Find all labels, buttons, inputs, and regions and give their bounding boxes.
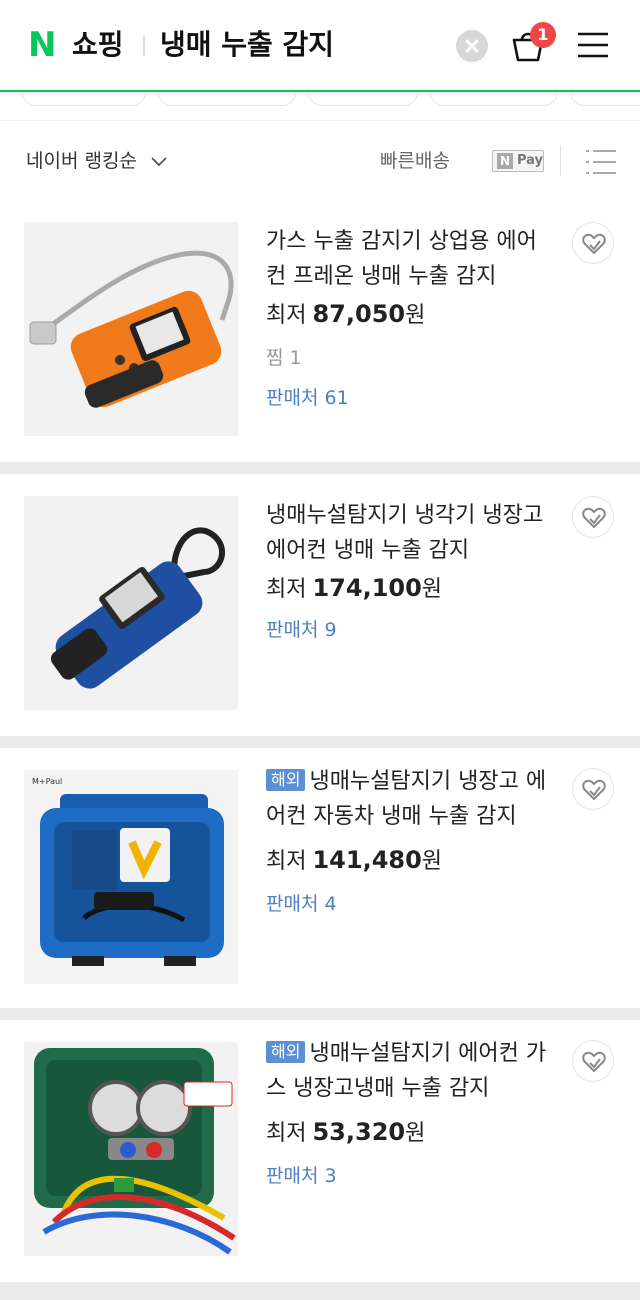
seller-count-link[interactable]: 판매처 4 xyxy=(266,890,337,918)
divider xyxy=(0,120,640,121)
image-brand-text: M+Paul xyxy=(32,777,62,786)
price-unit: 원 xyxy=(405,1121,426,1146)
naver-n-icon[interactable]: N xyxy=(28,28,60,62)
seller-count-link[interactable]: 판매처 3 xyxy=(266,1162,337,1190)
zzim-count: 찜 1 xyxy=(266,347,302,369)
product-image[interactable] xyxy=(24,496,238,710)
price-unit: 원 xyxy=(421,577,443,602)
price-value: 174,100 xyxy=(312,574,422,602)
clear-search-button[interactable] xyxy=(456,30,488,62)
product-image[interactable] xyxy=(24,1042,238,1256)
filter-chip[interactable] xyxy=(430,92,558,106)
product-title-text: 냉매누설탐지기 에어컨 가스 냉장고냉매 누출 감지 xyxy=(266,1041,547,1101)
filter-chip[interactable] xyxy=(22,92,146,106)
price-row: 최저 87,050원 xyxy=(266,298,425,332)
heart-icon xyxy=(582,1051,606,1073)
overseas-badge: 해외 xyxy=(266,769,306,791)
product-card[interactable]: 냉매누설탐지기 냉각기 냉장고 에어컨 냉매 누출 감지 최저 174,100원 … xyxy=(0,482,640,756)
card-separator xyxy=(0,462,640,474)
product-title[interactable]: 가스 누출 감지기 상업용 에어컨 프레온 냉매 누출 감지 xyxy=(266,224,556,294)
leak-detector-image xyxy=(24,496,238,710)
wishlist-button[interactable] xyxy=(572,768,614,810)
list-view-icon[interactable] xyxy=(584,148,618,176)
price-row: 최저 53,320원 xyxy=(266,1116,425,1150)
product-image[interactable] xyxy=(24,222,238,436)
product-image[interactable]: M+Paul xyxy=(24,770,238,984)
price-value: 53,320 xyxy=(312,1118,406,1146)
filter-chip[interactable] xyxy=(308,92,418,106)
heart-icon xyxy=(582,779,606,801)
heart-icon xyxy=(582,507,606,529)
npay-filter[interactable]: N Pay xyxy=(492,150,544,172)
clear-icon xyxy=(465,39,479,53)
shopping-brand-link[interactable]: 쇼핑 xyxy=(72,26,124,64)
brand-separator xyxy=(143,36,145,56)
case-kit-image: M+Paul xyxy=(24,770,238,984)
filter-chip[interactable] xyxy=(570,92,640,106)
price-prefix: 최저 xyxy=(266,1121,307,1146)
price-prefix: 최저 xyxy=(266,849,307,874)
wishlist-button[interactable] xyxy=(572,1040,614,1082)
price-unit: 원 xyxy=(421,849,443,874)
card-separator xyxy=(0,1008,640,1020)
fast-delivery-filter[interactable]: 빠른배송 xyxy=(380,146,450,176)
npay-n-icon: N xyxy=(497,153,513,169)
wishlist-button[interactable] xyxy=(572,496,614,538)
card-separator xyxy=(0,736,640,748)
sort-bar: 네이버 랭킹순 빠른배송 N Pay xyxy=(0,124,640,198)
price-prefix: 최저 xyxy=(266,577,307,602)
npay-label: Pay xyxy=(517,153,544,168)
filter-chip-row xyxy=(0,92,640,120)
price-row: 최저 174,100원 xyxy=(266,572,442,606)
product-card[interactable]: 해외 냉매누설탐지기 에어컨 가스 냉장고냉매 누출 감지 최저 53,320원 판… xyxy=(0,1020,640,1294)
price-unit: 원 xyxy=(405,303,426,328)
product-title[interactable]: 해외 냉매누설탐지기 냉장고 에어컨 자동차 냉매 누출 감지 xyxy=(266,764,556,834)
menu-icon xyxy=(578,32,608,58)
price-prefix: 최저 xyxy=(266,303,307,328)
price-value: 87,050 xyxy=(312,300,406,328)
price-value: 141,480 xyxy=(312,846,422,874)
top-header: N 쇼핑 냉매 누출 감지 1 xyxy=(0,0,640,92)
price-row: 최저 141,480원 xyxy=(266,844,442,878)
card-separator xyxy=(0,1282,640,1300)
heart-icon xyxy=(582,233,606,255)
cart-count-badge: 1 xyxy=(530,22,556,48)
chevron-down-icon[interactable] xyxy=(150,152,168,170)
search-query-text[interactable]: 냉매 누출 감지 xyxy=(160,26,334,64)
divider xyxy=(560,146,561,176)
seller-count-link[interactable]: 판매처 61 xyxy=(266,384,349,412)
wishlist-button[interactable] xyxy=(572,222,614,264)
sort-dropdown[interactable]: 네이버 랭킹순 xyxy=(26,146,137,176)
filter-chip[interactable] xyxy=(158,92,296,106)
gas-detector-image xyxy=(24,222,238,436)
product-title[interactable]: 냉매누설탐지기 냉각기 냉장고 에어컨 냉매 누출 감지 xyxy=(266,498,556,568)
menu-button[interactable] xyxy=(576,30,610,60)
product-title[interactable]: 해외 냉매누설탐지기 에어컨 가스 냉장고냉매 누출 감지 xyxy=(266,1036,556,1106)
product-title-text: 냉매누설탐지기 냉장고 에어컨 자동차 냉매 누출 감지 xyxy=(266,769,547,829)
manifold-gauge-image xyxy=(24,1042,238,1256)
overseas-badge: 해외 xyxy=(266,1041,306,1063)
product-card[interactable]: 가스 누출 감지기 상업용 에어컨 프레온 냉매 누출 감지 최저 87,050원… xyxy=(0,208,640,482)
seller-count-link[interactable]: 판매처 9 xyxy=(266,616,337,644)
product-card[interactable]: M+Paul 해외 냉매누설탐지기 냉장고 에어컨 자동차 냉매 누출 감지 최저… xyxy=(0,748,640,1022)
